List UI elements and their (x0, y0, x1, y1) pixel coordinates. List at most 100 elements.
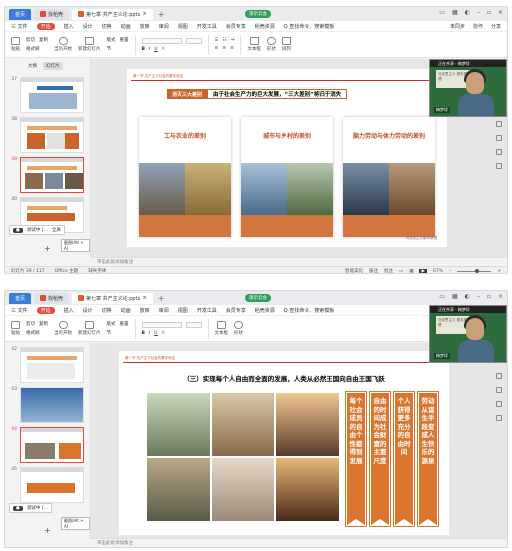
menu-item-6[interactable]: 审阅 (159, 307, 169, 314)
slide-thumb-row[interactable]: 45 (9, 467, 86, 503)
play-slideshow-icon[interactable]: ▶ (419, 268, 427, 273)
slide-44[interactable]: 第一节 共产主义社会的基本特征 （三）实现每个人自由而全面的发展，人类从必然王国… (119, 351, 449, 535)
copy-button[interactable]: 复制 (39, 321, 48, 327)
notes-pane[interactable]: 单击此处添加备注 (91, 538, 507, 547)
menu-item-2[interactable]: 设计 (83, 307, 93, 314)
layout-icon[interactable]: ▭ (439, 293, 445, 300)
minimize-icon[interactable]: – (477, 293, 480, 300)
menu-item-2[interactable]: 设计 (83, 23, 93, 30)
menu-file[interactable]: 三 文件 (11, 23, 28, 30)
align-right-icon[interactable]: ≡ (230, 46, 234, 51)
paste-button[interactable]: 粘贴 (11, 321, 20, 336)
menu-item-0[interactable]: 开始 (36, 22, 55, 30)
section-button[interactable]: 节 (107, 330, 112, 336)
layout-button[interactable]: 版式 (107, 37, 116, 43)
play-from-current-button[interactable]: 当页开始 (54, 37, 72, 52)
bullets-icon[interactable]: ☰ (215, 38, 219, 43)
bold-icon[interactable]: B (142, 331, 145, 336)
new-slide-button[interactable]: 新建幻灯片 (78, 37, 101, 52)
section-button[interactable]: 节 (107, 46, 112, 52)
notes-toggle[interactable]: 备注 (369, 268, 378, 273)
slide-39[interactable]: 第一节 共产主义社会的基本特征 专题 消灭三大差别 由于社会生产力的巨大发展，“… (127, 69, 447, 247)
missing-font-button[interactable]: 缺失字体 (88, 268, 106, 273)
arrange-button[interactable]: 排列 (281, 37, 291, 52)
collab-button[interactable]: 协作 (473, 23, 483, 30)
shape-button[interactable]: 形状 (234, 321, 243, 336)
align-left-icon[interactable]: ≡ (215, 46, 219, 51)
tab-document[interactable]: 第七章 共产主义论.pptx × (72, 8, 153, 20)
slide-thumb-row[interactable]: 43 (9, 387, 86, 423)
zoom-out-icon[interactable]: – (449, 269, 451, 274)
close-icon[interactable]: × (498, 9, 503, 16)
slide-thumb-row[interactable]: 38 (9, 117, 86, 153)
animation-icon[interactable] (496, 149, 502, 155)
cut-button[interactable]: 剪切 (26, 321, 35, 327)
font-name-field[interactable] (141, 37, 182, 44)
menu-item-4[interactable]: 动画 (121, 23, 131, 30)
style-icon[interactable] (496, 387, 502, 393)
grid-icon[interactable]: ▦ (452, 293, 458, 300)
close-tab-icon[interactable]: × (142, 295, 146, 301)
reset-button[interactable]: 重置 (120, 321, 129, 327)
minimize-icon[interactable]: – (477, 9, 480, 16)
italic-icon[interactable]: I (149, 331, 150, 336)
format-painter-button[interactable]: 格式刷 (26, 330, 40, 336)
play-from-current-button[interactable]: 当页开始 (54, 321, 72, 336)
style-icon[interactable] (496, 135, 502, 141)
share-badge[interactable]: 演示云会 (245, 294, 271, 302)
numbering-icon[interactable]: ☷ (223, 38, 227, 43)
screen-share-toolbar[interactable]: ● 调试中 [... 全屏 (9, 225, 65, 235)
menu-item-8[interactable]: 开发工具 (197, 307, 217, 314)
menu-item-10[interactable]: 稻壳资源 (255, 23, 275, 30)
slide-thumbnail-selected[interactable] (20, 157, 84, 193)
menu-item-5[interactable]: 放映 (140, 23, 150, 30)
slide-thumb-row[interactable]: 44 (9, 427, 86, 463)
slide-thumb-row[interactable]: 42 (9, 347, 86, 383)
share-button[interactable]: 分享 (491, 23, 501, 30)
text-box-button[interactable]: 文本框 (215, 321, 228, 336)
menu-item-3[interactable]: 切换 (102, 23, 112, 30)
screen-share-toolbar[interactable]: ● 调试中 [... (9, 503, 52, 513)
font-color-icon[interactable]: A (162, 47, 165, 52)
menu-item-7[interactable]: 视图 (178, 23, 188, 30)
restore-icon[interactable]: ▫ (487, 9, 491, 16)
normal-view-icon[interactable]: ▭ (399, 269, 403, 274)
slide-thumb-row[interactable]: 39 (9, 157, 86, 193)
layout-button[interactable]: 版式 (107, 321, 116, 327)
zoom-slider[interactable] (457, 268, 492, 273)
notes-pane[interactable]: 单击此处添加备注 (91, 257, 507, 266)
theme-icon[interactable]: ◐ (465, 293, 470, 300)
menu-search[interactable]: Q 查找命令、搜索模板 (284, 307, 335, 314)
slide-thumbnail[interactable] (20, 387, 84, 423)
grid-icon[interactable]: ▦ (452, 9, 458, 16)
new-tab-button[interactable]: + (158, 294, 165, 303)
menu-file[interactable]: 三 文件 (11, 307, 28, 314)
theme-icon[interactable]: ◐ (465, 9, 470, 16)
layout-icon[interactable]: ▭ (439, 9, 445, 16)
menu-item-6[interactable]: 审阅 (159, 23, 169, 30)
slide-thumbnail[interactable] (20, 347, 84, 383)
slide-thumbnail[interactable] (20, 117, 84, 153)
restore-icon[interactable]: ▫ (487, 293, 491, 300)
sorter-view-icon[interactable]: ▦ (409, 269, 413, 274)
indent-icon[interactable]: ⇥ (231, 38, 235, 43)
add-slide-button[interactable]: + (5, 244, 90, 253)
format-painter-button[interactable]: 格式刷 (26, 46, 40, 52)
paste-button[interactable]: 粘贴 (11, 37, 20, 52)
tab-home[interactable]: 首页 (9, 292, 32, 304)
animation-icon[interactable] (496, 401, 502, 407)
font-size-field[interactable] (185, 321, 202, 328)
text-box-button[interactable]: 文本框 (247, 37, 261, 52)
settings-icon[interactable] (496, 163, 502, 169)
font-size-field[interactable] (185, 37, 202, 44)
settings-icon[interactable] (496, 415, 502, 421)
sync-status[interactable]: 未同步 (450, 23, 465, 30)
zoom-level[interactable]: 67% (433, 269, 443, 274)
slide-thumbnail-selected[interactable] (20, 427, 84, 463)
menu-item-4[interactable]: 动画 (121, 307, 131, 314)
slide-thumbnail[interactable] (20, 77, 84, 113)
select-icon[interactable] (496, 373, 502, 379)
add-slide-button[interactable]: + (5, 526, 90, 535)
bold-icon[interactable]: B (142, 47, 145, 52)
font-color-icon[interactable]: A (162, 331, 165, 336)
